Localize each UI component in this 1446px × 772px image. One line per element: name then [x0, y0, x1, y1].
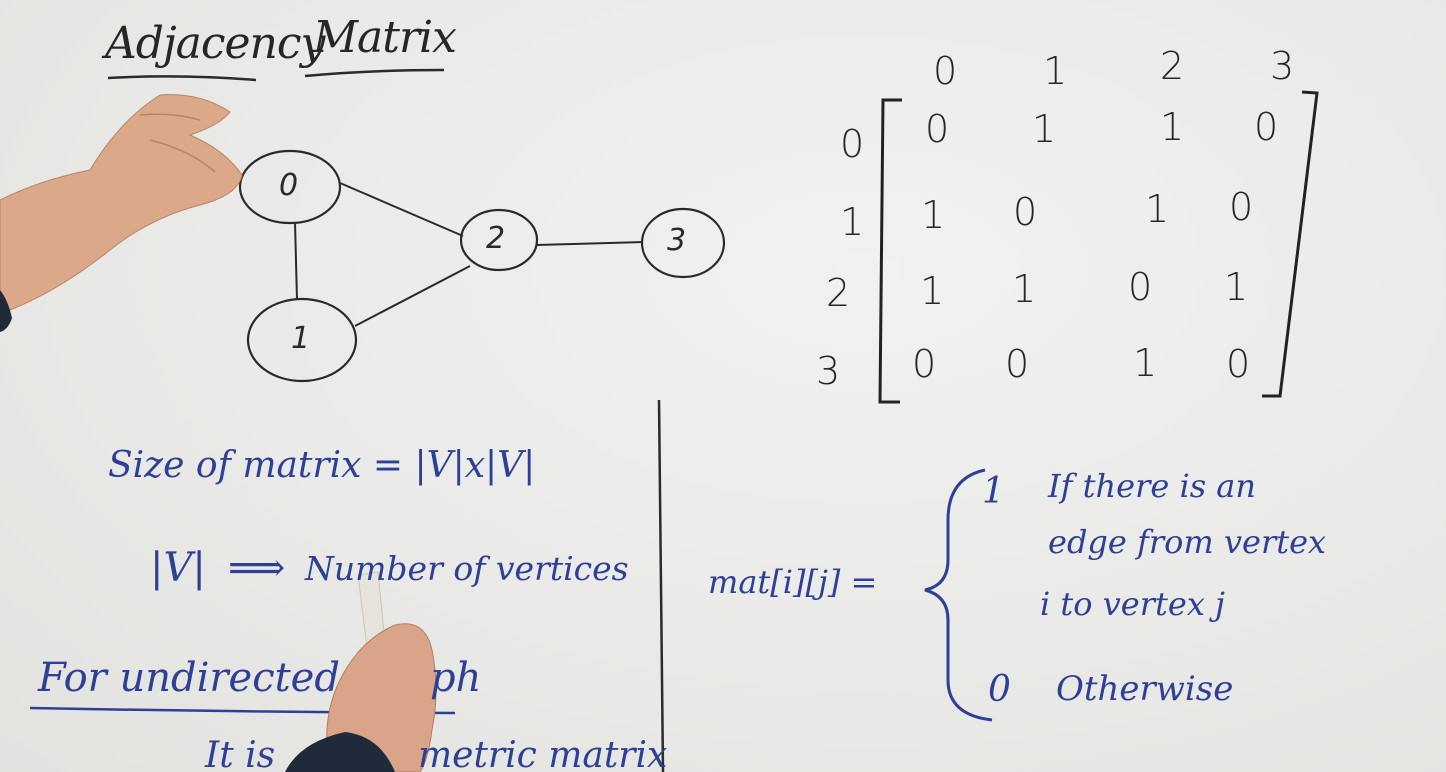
title-adjacency: Adjacency [105, 18, 325, 69]
case2-text: Otherwise [1056, 669, 1234, 709]
matrix-cell: 1 [1012, 267, 1037, 311]
case1-text-line1: If there is an [1048, 467, 1256, 505]
edge-1-2 [354, 265, 471, 327]
matrix-cell: 1 [1160, 105, 1185, 149]
edge-0-2 [339, 182, 464, 237]
title-matrix: Matrix [313, 12, 457, 63]
matrix-cell: 1 [1133, 341, 1158, 385]
node-3-label: 3 [667, 223, 687, 258]
matrix-row-header-2: 2 [826, 271, 851, 315]
matrix-cell: 1 [1224, 265, 1249, 309]
presenter-hand-left [0, 94, 243, 313]
matrix-cell: 1 [1032, 107, 1057, 151]
board-divider [657, 399, 665, 772]
implies-arrow: ⟹ [228, 545, 286, 591]
matrix-cell: 0 [925, 107, 950, 151]
matrix-cell: 0 [1254, 105, 1279, 149]
case1-value: 1 [982, 471, 1005, 512]
case2-value: 0 [988, 669, 1011, 710]
matrix-col-header-2: 2 [1160, 44, 1185, 88]
matrix-col-header-1: 1 [1043, 49, 1068, 93]
symmetric-note-right: metric matrix [418, 735, 668, 772]
edge-0-1 [294, 221, 298, 301]
size-of-matrix-note: Size of matrix = |V|x|V| [108, 445, 536, 486]
definition-lhs: mat[i][j] = [708, 563, 878, 601]
undirected-heading-right: ph [430, 655, 482, 701]
matrix-cell: 1 [921, 193, 946, 237]
matrix-cell: 0 [1128, 265, 1153, 309]
matrix-cell: 1 [920, 269, 945, 313]
matrix-cell: 0 [1226, 342, 1251, 386]
matrix-cell: 0 [1229, 185, 1254, 229]
node-1-label: 1 [291, 321, 311, 356]
undirected-heading-left: For undirected [38, 655, 340, 701]
matrix-col-header-0: 0 [933, 49, 958, 93]
symmetric-note-left: It is [205, 735, 276, 772]
matrix-row-header-1: 1 [840, 200, 865, 244]
whiteboard: Adjacency Matrix 0 1 2 3 0 1 2 3 0 1 2 3… [0, 0, 1446, 772]
node-2-label: 2 [486, 221, 506, 256]
matrix-left-bracket [878, 98, 902, 404]
matrix-cell: 0 [912, 342, 937, 386]
matrix-cell: 0 [1005, 342, 1030, 386]
matrix-row-header-0: 0 [840, 122, 865, 166]
case1-text-line3: i to vertex j [1040, 585, 1225, 623]
matrix-cell: 0 [1013, 190, 1038, 234]
edge-2-3 [536, 241, 644, 246]
number-of-vertices-note: Number of vertices [305, 549, 629, 588]
node-0-label: 0 [279, 168, 299, 203]
case1-text-line2: edge from vertex [1048, 523, 1327, 561]
matrix-row-header-3: 3 [816, 349, 841, 393]
matrix-col-header-3: 3 [1270, 44, 1295, 88]
matrix-cell: 1 [1145, 187, 1170, 231]
title-underline-2 [304, 68, 445, 78]
v-symbol: |V| [150, 545, 206, 591]
title-underline-1 [107, 75, 257, 82]
